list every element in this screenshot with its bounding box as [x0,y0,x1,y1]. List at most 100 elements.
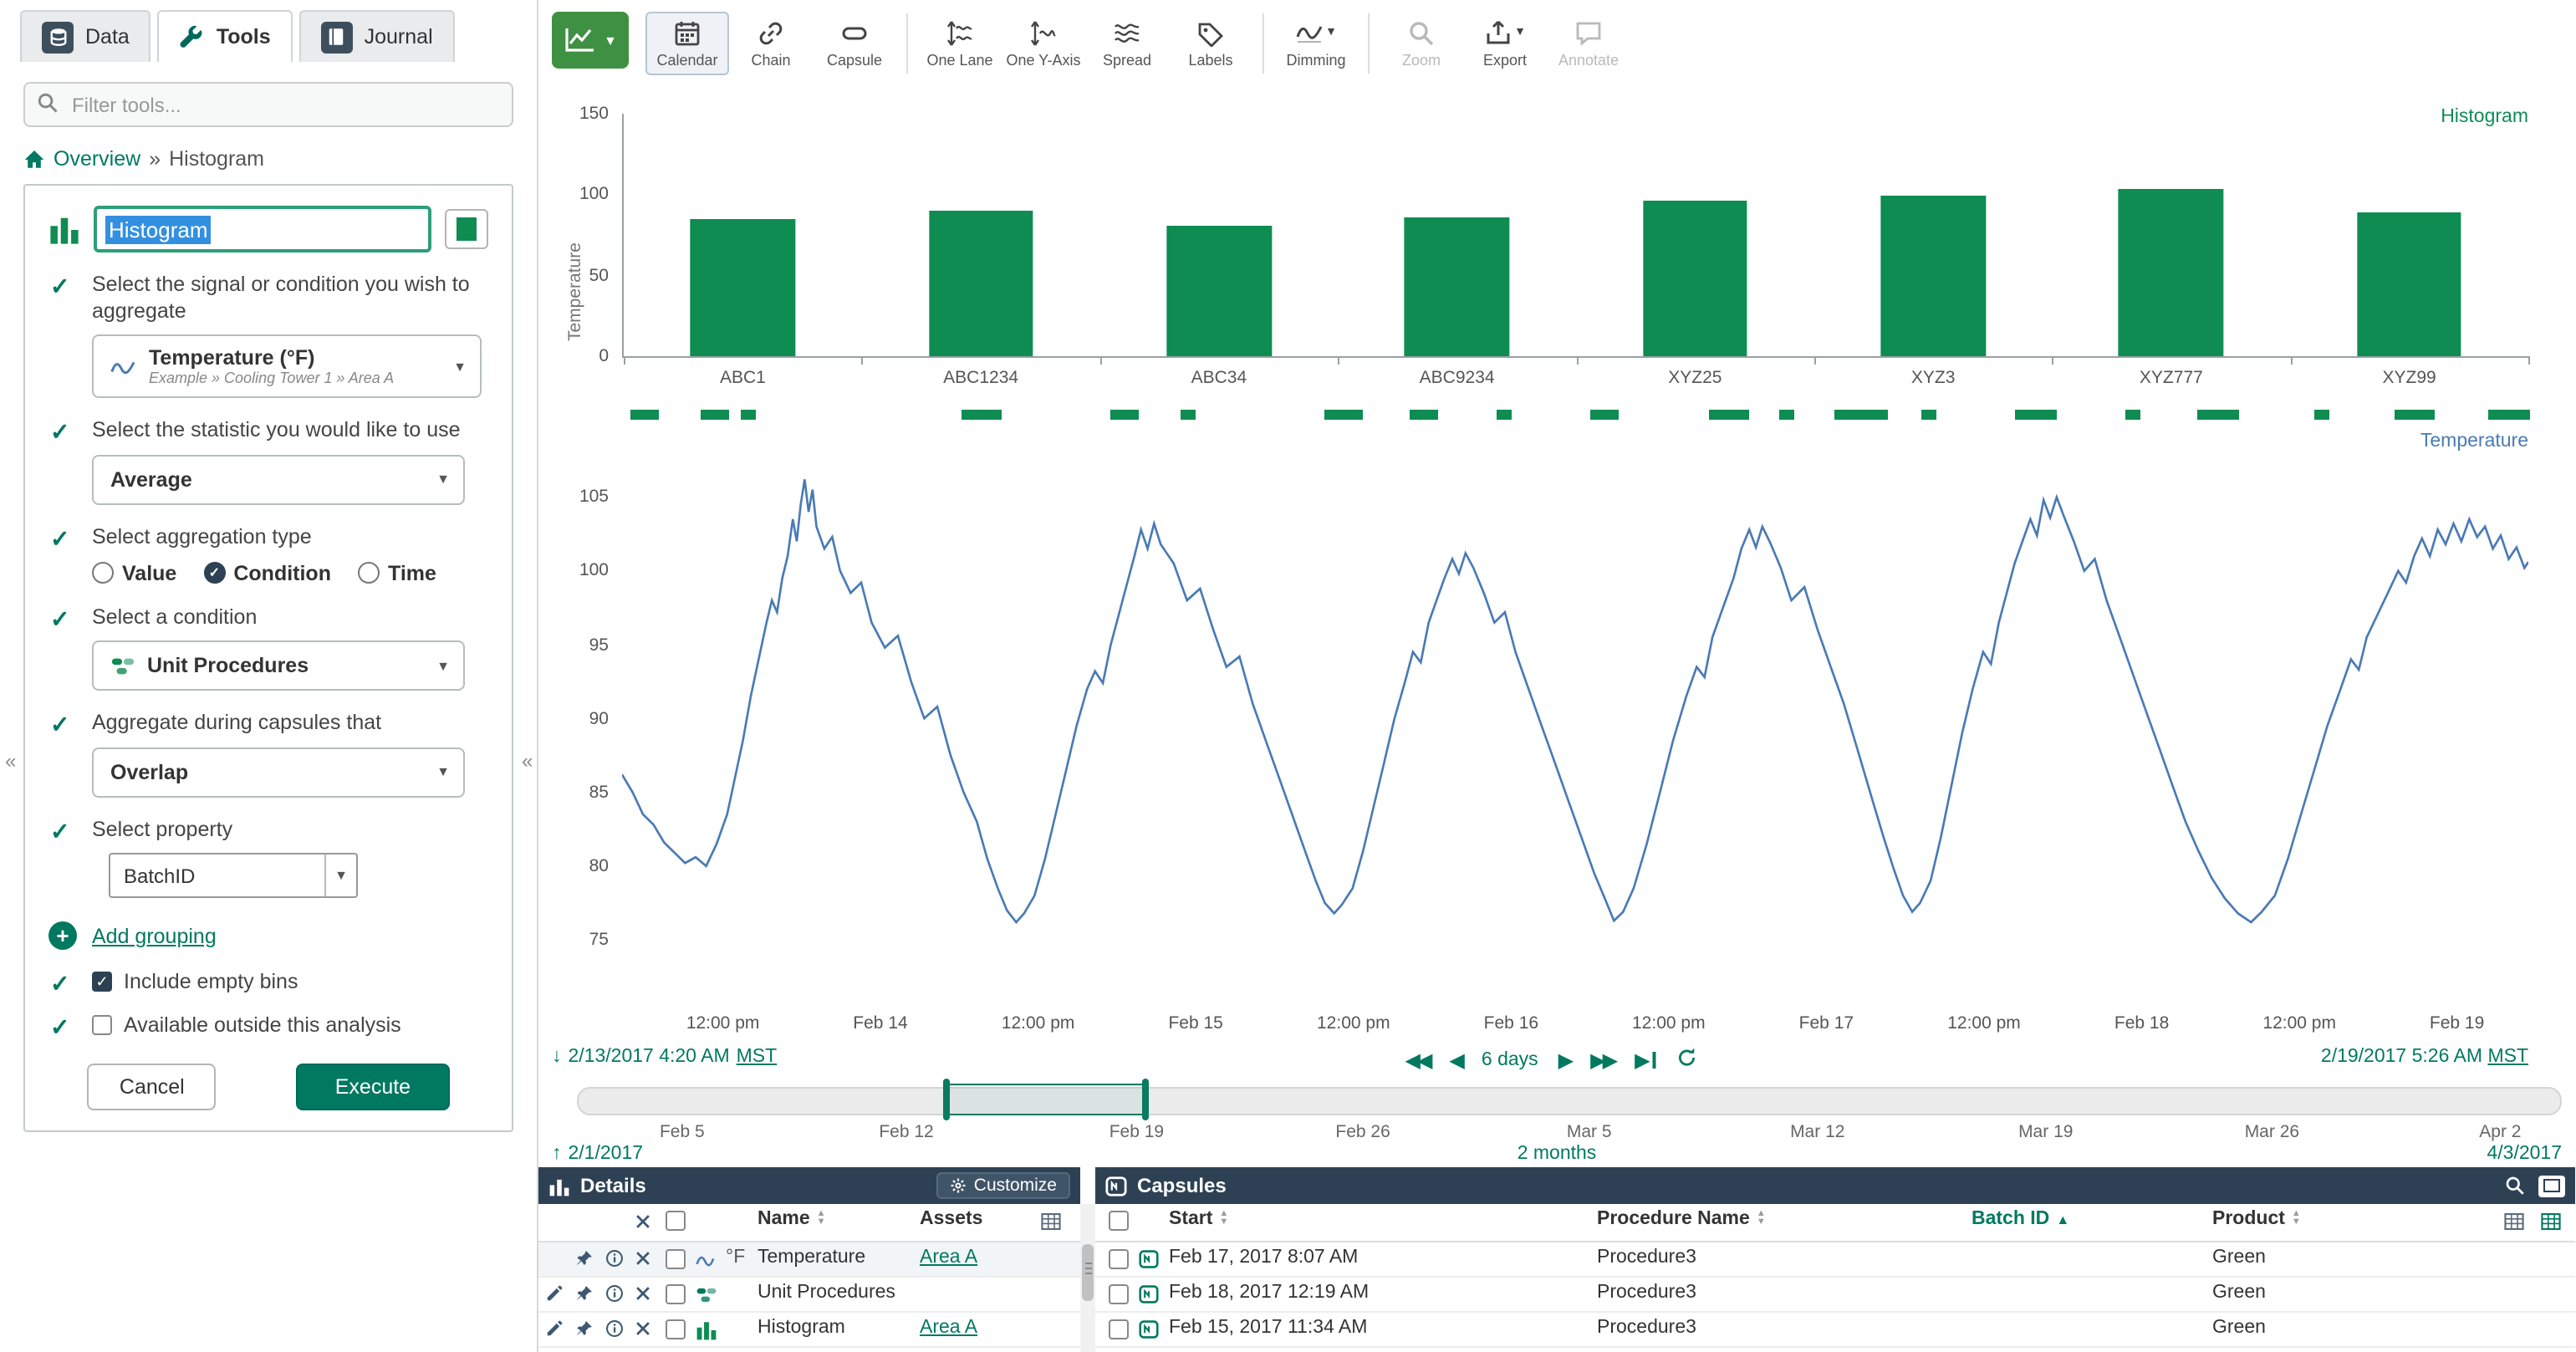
step-to-end-icon[interactable] [1635,1048,1655,1072]
add-column-teal-icon[interactable] [2540,1211,2562,1237]
info-icon[interactable] [605,1319,624,1343]
capsule-checkbox[interactable] [1109,1284,1129,1304]
execute-button[interactable]: Execute [297,1064,449,1111]
home-icon[interactable] [23,148,45,170]
capsule-marker[interactable] [740,410,755,420]
details-row[interactable]: °F Temperature Area A [538,1242,1080,1278]
toolbar-spread[interactable]: Spread [1085,12,1169,75]
capsule-checkbox[interactable] [1109,1319,1129,1339]
radio-condition[interactable]: Condition [203,561,331,584]
condition-dropdown[interactable]: Unit Procedures [92,640,465,691]
step-back-fast-icon[interactable] [1405,1048,1429,1072]
radio-value[interactable]: Value [92,561,176,584]
color-swatch-button[interactable] [445,209,488,249]
collapse-panel-icon[interactable] [2538,1175,2565,1196]
pin-icon[interactable] [575,1319,594,1343]
toolbar-dimming[interactable]: Dimming [1274,12,1358,75]
cancel-button[interactable]: Cancel [88,1064,217,1111]
investigate-range-duration[interactable]: 2 months [1518,1144,1597,1164]
item-name[interactable]: Unit Procedures [757,1283,895,1303]
item-name[interactable]: Temperature [757,1247,865,1268]
available-outside-checkbox[interactable] [92,1016,112,1036]
edit-icon[interactable] [545,1319,564,1343]
add-column-icon[interactable] [1040,1211,1062,1237]
collapse-panel-handle-inner[interactable] [522,749,533,773]
asset-link[interactable]: Area A [920,1318,977,1338]
start-column-header[interactable]: Start [1169,1209,1228,1229]
step-forward-icon[interactable] [1558,1048,1570,1072]
add-grouping-link[interactable]: Add grouping [92,925,217,948]
hist-bar-abc34[interactable] [1166,225,1271,356]
capsule-marker[interactable] [1423,410,1438,420]
capsule-marker[interactable] [1497,410,1512,420]
capsule-marker[interactable] [1124,410,1139,420]
details-row[interactable]: Unit Procedures [538,1278,1080,1313]
capsule-marker[interactable] [1181,410,1196,420]
details-row[interactable]: Histogram Area A [538,1313,1080,1348]
capsule-row[interactable]: Feb 15, 2017 11:43 PM Procedure3 Green [1095,1348,2575,1352]
display-range-start-tz[interactable]: MST [737,1047,778,1067]
capsule-checkbox[interactable] [1109,1249,1129,1269]
overview-selection-window[interactable] [945,1084,1147,1115]
capsule-marker[interactable] [1733,410,1748,420]
hist-bar-abc9234[interactable] [1405,217,1509,356]
capsules-search-icon[interactable] [2505,1176,2525,1196]
display-range-end[interactable]: 2/19/2017 5:26 AM MST [2321,1047,2528,1067]
duration-label[interactable]: 6 days [1482,1050,1538,1070]
toolbar-export[interactable]: Export [1463,12,1547,75]
window-right-handle[interactable] [1142,1079,1149,1120]
histogram-legend[interactable]: Histogram [2441,107,2528,127]
name-column-header[interactable]: Name [757,1209,826,1229]
capsule-marker[interactable] [2420,410,2435,420]
toolbar-labels[interactable]: Labels [1169,12,1252,75]
investigate-range-end[interactable]: 4/3/2017 [2487,1144,2562,1164]
capsule-marker[interactable] [1922,410,1937,420]
assets-column-header[interactable]: Assets [920,1209,982,1229]
tab-tools[interactable]: Tools [158,10,293,62]
capsule-marker[interactable] [1873,410,1888,420]
signal-dropdown[interactable]: Temperature (°F) Example » Cooling Tower… [92,335,482,399]
statistic-dropdown[interactable]: Average [92,455,465,505]
capsule-row[interactable]: Feb 15, 2017 11:34 AM Procedure3 Green [1095,1313,2575,1348]
investigate-range-slider[interactable] [577,1087,2562,1115]
collapse-panel-handle-outer[interactable] [5,749,16,773]
edit-icon[interactable] [545,1284,564,1308]
tab-journal[interactable]: Journal [299,10,455,62]
hist-bar-xyz99[interactable] [2357,212,2461,356]
toolbar-annotate[interactable]: Annotate [1547,12,1630,75]
remove-icon[interactable] [634,1284,652,1308]
filter-tools-input[interactable] [23,82,513,127]
capsule-marker[interactable] [713,410,728,420]
hist-bar-xyz777[interactable] [2119,190,2223,356]
pin-icon[interactable] [575,1284,594,1308]
tab-data[interactable]: Data [20,10,151,62]
product-column-header[interactable]: Product [2212,1209,2301,1229]
remove-icon[interactable] [634,1249,652,1273]
capsule-marker[interactable] [1349,410,1364,420]
view-selector-button[interactable] [552,12,629,69]
row-checkbox[interactable] [666,1284,686,1304]
step-back-icon[interactable] [1449,1048,1461,1072]
capsule-marker[interactable] [2315,410,2330,420]
refresh-icon[interactable] [1676,1047,1697,1074]
toolbar-calendar[interactable]: Calendar [645,12,729,75]
hist-bar-abc1234[interactable] [928,211,1033,356]
capsule-row[interactable]: Feb 17, 2017 8:07 AM Procedure3 Green [1095,1242,2575,1278]
remove-all-icon[interactable] [634,1212,652,1236]
toolbar-one-y-axis[interactable]: One Y-Axis [1002,12,1085,75]
display-range-end-tz[interactable]: MST [2487,1047,2528,1067]
capsule-marker[interactable] [2223,410,2238,420]
batch-id-column-header[interactable]: Batch ID [1972,1209,2069,1229]
capsule-marker[interactable] [1604,410,1619,420]
display-range-start[interactable]: ↓ 2/13/2017 4:20 AM MST [552,1047,777,1067]
info-icon[interactable] [605,1249,624,1273]
step-forward-fast-icon[interactable] [1590,1048,1614,1072]
procedure-name-column-header[interactable]: Procedure Name [1597,1209,1766,1229]
remove-icon[interactable] [634,1319,652,1343]
toolbar-capsule[interactable]: Capsule [813,12,896,75]
investigate-range-start[interactable]: ↑ 2/1/2017 [552,1144,643,1164]
include-empty-bins-checkbox[interactable] [92,972,112,992]
capsule-marker[interactable] [986,410,1001,420]
overlap-dropdown[interactable]: Overlap [92,747,465,798]
trend-plot-area[interactable] [622,425,2528,1003]
